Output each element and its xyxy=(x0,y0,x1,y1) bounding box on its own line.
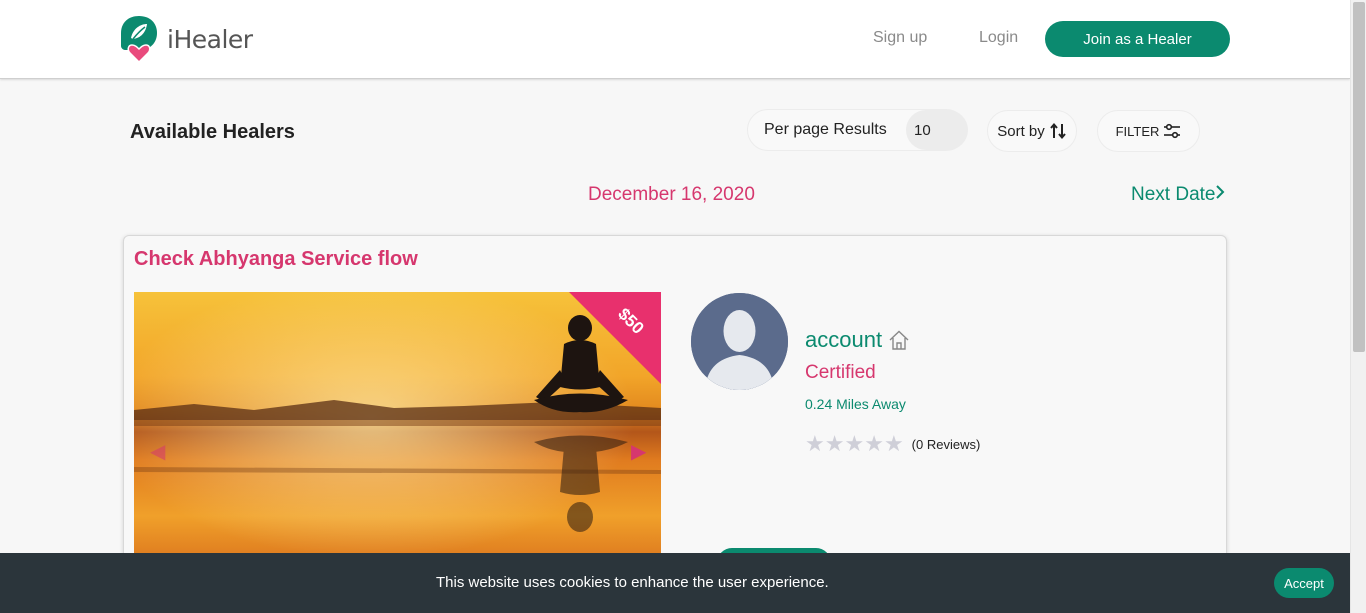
cookie-message: This website uses cookies to enhance the… xyxy=(436,574,829,591)
per-page-control: Per page Results xyxy=(747,109,968,151)
avatar[interactable] xyxy=(691,293,788,390)
certification-status: Certified xyxy=(805,362,876,383)
home-icon xyxy=(888,329,910,351)
star-icon: ★ xyxy=(844,431,865,456)
site-header: iHealer Sign up Login Join as a Healer xyxy=(0,0,1350,79)
rating-row: ★ ★ ★ ★ ★ (0 Reviews) xyxy=(805,433,980,455)
accept-cookies-button[interactable]: Accept xyxy=(1274,568,1334,598)
page-scrollbar[interactable] xyxy=(1350,0,1366,613)
default-user-icon xyxy=(691,293,788,390)
service-image[interactable]: $50 ◀ ▶ xyxy=(134,292,661,572)
review-count[interactable]: (0 Reviews) xyxy=(912,437,981,452)
healer-name: account xyxy=(805,327,883,352)
star-icon: ★ xyxy=(805,431,825,456)
service-title[interactable]: Check Abhyanga Service flow xyxy=(134,248,418,271)
login-link[interactable]: Login xyxy=(979,29,1018,47)
next-date-label: Next Date xyxy=(1131,184,1216,205)
price-badge: $50 xyxy=(569,292,661,384)
cookie-consent-bar: This website uses cookies to enhance the… xyxy=(0,553,1350,613)
logo-icon xyxy=(121,16,157,64)
filter-sliders-icon xyxy=(1163,123,1181,139)
star-icon: ★ xyxy=(824,431,845,456)
distance-label: 0.24 Miles Away xyxy=(805,396,906,412)
chevron-right-icon xyxy=(1215,184,1225,206)
join-as-healer-button[interactable]: Join as a Healer xyxy=(1045,21,1230,57)
healer-name-row[interactable]: account xyxy=(805,327,910,353)
next-date-link[interactable]: Next Date xyxy=(1131,184,1225,206)
brand-name: iHealer xyxy=(167,24,253,54)
filter-button[interactable]: FILTER xyxy=(1097,110,1200,152)
filter-label: FILTER xyxy=(1115,123,1160,139)
sort-button[interactable]: Sort by xyxy=(987,110,1077,152)
carousel-prev-icon[interactable]: ◀ xyxy=(150,439,165,464)
healer-card: Check Abhyanga Service flow $50 ◀ ▶ acco… xyxy=(123,235,1227,575)
page-title: Available Healers xyxy=(130,121,295,143)
carousel-next-icon[interactable]: ▶ xyxy=(631,439,646,464)
current-date: December 16, 2020 xyxy=(588,184,755,205)
signup-link[interactable]: Sign up xyxy=(873,29,927,47)
star-icon: ★ xyxy=(883,431,904,456)
scrollbar-thumb[interactable] xyxy=(1353,2,1365,352)
brand-logo[interactable]: iHealer xyxy=(119,14,253,64)
star-icon: ★ xyxy=(864,431,884,456)
sort-label: Sort by xyxy=(997,122,1045,140)
sort-arrows-icon xyxy=(1049,122,1067,140)
per-page-input[interactable] xyxy=(906,110,968,150)
per-page-label: Per page Results xyxy=(764,121,887,138)
